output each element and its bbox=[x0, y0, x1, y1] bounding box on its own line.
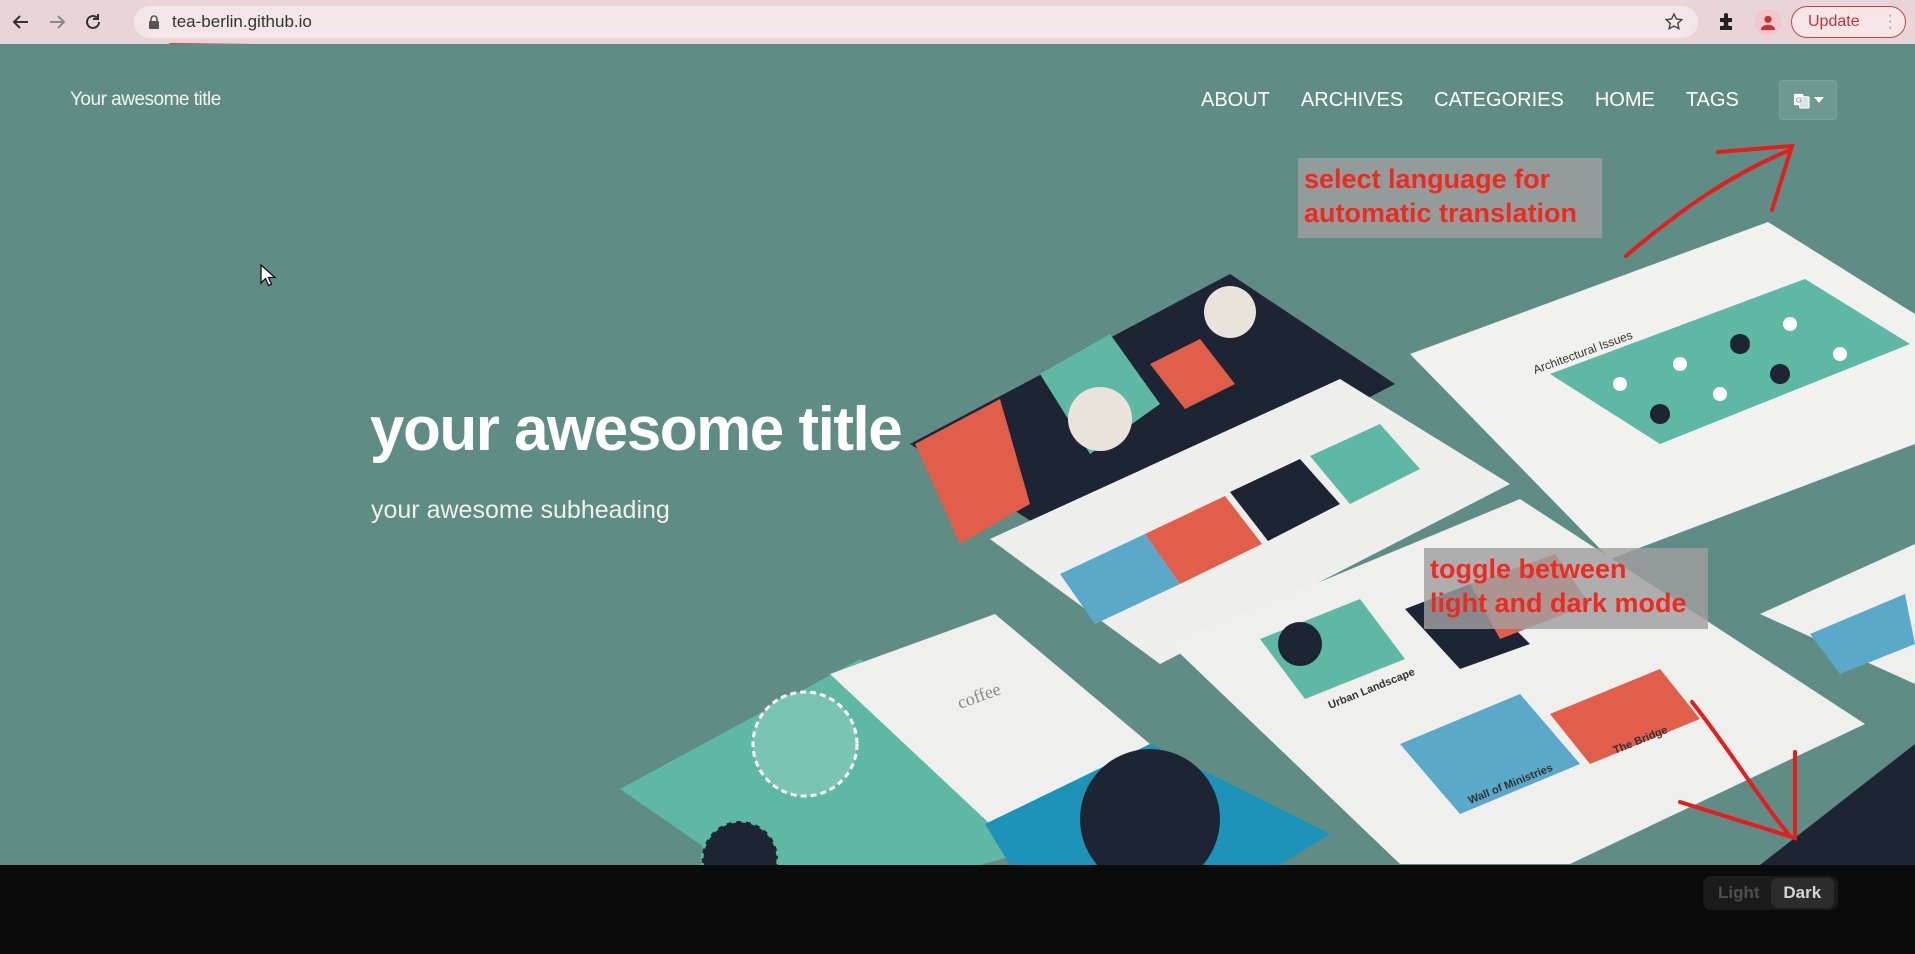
annotation-theme-line2: light and dark mode bbox=[1430, 588, 1687, 618]
main-nav: ABOUT ARCHIVES CATEGORIES HOME TAGS bbox=[1201, 89, 1739, 112]
person-icon bbox=[1760, 15, 1776, 31]
annotation-language-line1: select language for bbox=[1304, 164, 1551, 194]
nav-categories[interactable]: CATEGORIES bbox=[1434, 89, 1564, 112]
mockup-card-architectural: Architectural Issues bbox=[1410, 222, 1915, 559]
hero-subheading: your awesome subheading bbox=[371, 496, 670, 524]
nav-tags[interactable]: TAGS bbox=[1686, 89, 1739, 112]
nav-about[interactable]: ABOUT bbox=[1201, 89, 1270, 112]
theme-toggle[interactable]: Light Dark bbox=[1703, 876, 1838, 910]
caret-down-icon bbox=[1813, 97, 1824, 103]
bookmark-star-icon[interactable] bbox=[1664, 12, 1684, 32]
back-arrow-icon bbox=[12, 15, 28, 29]
hero-section: Architectural Issues Urban Landscape Wal… bbox=[0, 44, 1915, 865]
nav-archives[interactable]: ARCHIVES bbox=[1301, 89, 1403, 112]
annotation-language: select language for automatic translatio… bbox=[1298, 158, 1602, 238]
annotation-theme: toggle between light and dark mode bbox=[1424, 548, 1708, 629]
forward-arrow-icon bbox=[50, 15, 66, 29]
nav-home[interactable]: HOME bbox=[1595, 89, 1655, 112]
language-selector-button[interactable]: G bbox=[1779, 80, 1837, 120]
update-button[interactable]: Update · · · bbox=[1791, 6, 1906, 38]
reload-button[interactable] bbox=[78, 7, 108, 37]
annotation-language-line2: automatic translation bbox=[1304, 198, 1578, 228]
lock-icon bbox=[148, 15, 160, 29]
back-button[interactable] bbox=[6, 7, 36, 37]
extensions-puzzle-icon[interactable] bbox=[1716, 10, 1738, 32]
translate-icon: G bbox=[1793, 93, 1810, 109]
page-footer bbox=[0, 865, 1915, 954]
hero-heading: your awesome title bbox=[370, 395, 903, 464]
reload-icon bbox=[86, 14, 100, 29]
forward-button[interactable] bbox=[42, 7, 72, 37]
theme-light-option[interactable]: Light bbox=[1707, 878, 1771, 908]
address-bar[interactable]: tea-berlin.github.io bbox=[134, 6, 1698, 38]
profile-avatar[interactable] bbox=[1755, 9, 1781, 35]
hero-mockup-collage: Architectural Issues Urban Landscape Wal… bbox=[620, 222, 1915, 865]
url-text: tea-berlin.github.io bbox=[172, 12, 312, 31]
site-title[interactable]: Your awesome title bbox=[70, 89, 221, 111]
annotation-theme-line1: toggle between bbox=[1430, 554, 1627, 584]
mouse-cursor-icon bbox=[260, 264, 277, 287]
browser-toolbar: tea-berlin.github.io Update · · · bbox=[0, 0, 1915, 44]
update-label: Update bbox=[1808, 13, 1860, 30]
svg-text:G: G bbox=[1795, 95, 1801, 104]
theme-dark-option[interactable]: Dark bbox=[1770, 878, 1834, 908]
more-vertical-icon: · · · bbox=[1887, 7, 1893, 36]
